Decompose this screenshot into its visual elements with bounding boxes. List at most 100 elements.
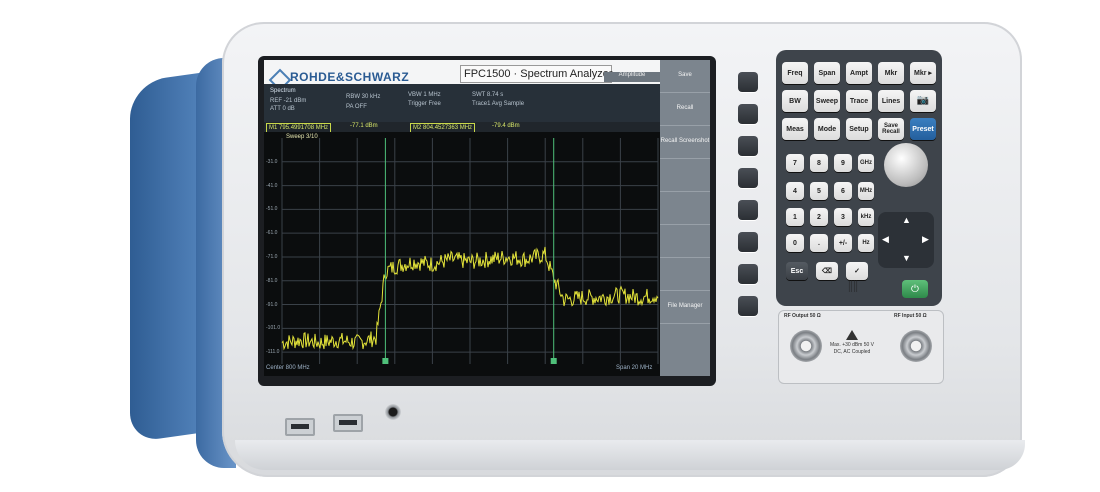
key-setup[interactable]: Setup bbox=[846, 118, 872, 140]
rotary-knob[interactable] bbox=[884, 143, 928, 187]
power-icon: ⏻ bbox=[911, 283, 919, 295]
camera-icon[interactable]: 📷 bbox=[910, 90, 936, 112]
backspace-icon[interactable]: ⌫ bbox=[816, 262, 838, 280]
mode-tab[interactable]: Spectrum bbox=[270, 88, 296, 94]
rf-input-label: RF Input 50 Ω bbox=[894, 313, 927, 319]
display-screen: ROHDE&SCHWARZ FPC1500 · Spectrum Analyze… bbox=[264, 60, 710, 376]
softkey-recall-screenshot[interactable]: Recall Screenshot bbox=[660, 126, 710, 159]
hardkey-1[interactable] bbox=[738, 72, 758, 92]
hardkey-8[interactable] bbox=[738, 296, 758, 316]
hardkey-2[interactable] bbox=[738, 104, 758, 124]
usb-port-2[interactable] bbox=[333, 414, 363, 432]
arrow-left-icon[interactable]: ◀ bbox=[882, 234, 889, 245]
key-mhz[interactable]: MHz bbox=[858, 182, 874, 200]
arrow-pad: ▲ ▼ ◀ ▶ bbox=[878, 212, 934, 268]
key-9[interactable]: 9 bbox=[834, 154, 852, 172]
key-trace[interactable]: Trace bbox=[846, 90, 872, 112]
y-tick-label: -111.0 bbox=[266, 349, 280, 356]
power-button[interactable]: ⏻ bbox=[902, 280, 928, 298]
key-7[interactable]: 7 bbox=[786, 154, 804, 172]
arrow-up-icon[interactable]: ▲ bbox=[902, 215, 911, 225]
speaker-grille-icon: ⠿⠿ ⠿⠿ bbox=[847, 281, 859, 294]
span-frequency: Span 20 MHz bbox=[616, 365, 653, 371]
key-hz[interactable]: Hz bbox=[858, 234, 874, 252]
marker-readout-row: M1 795.4991708 MHz -77.1 dBm M2 804.4527… bbox=[264, 122, 660, 133]
key-preset[interactable]: Preset bbox=[910, 118, 936, 140]
spectrum-chart bbox=[281, 138, 659, 364]
headphone-jack[interactable] bbox=[385, 404, 401, 420]
marker-2-label: M2 bbox=[413, 125, 422, 131]
trigger: Trigger Free bbox=[408, 101, 441, 107]
hardkey-4[interactable] bbox=[738, 168, 758, 188]
ref-level: REF -21 dBm bbox=[270, 98, 307, 104]
key-plus-minus[interactable]: +/- bbox=[834, 234, 852, 252]
hardkey-5[interactable] bbox=[738, 200, 758, 220]
key-span[interactable]: Span bbox=[814, 62, 840, 84]
usb-port-1[interactable] bbox=[285, 418, 315, 436]
key-8[interactable]: 8 bbox=[810, 154, 828, 172]
device-base bbox=[235, 440, 1025, 470]
key-mkr[interactable]: Mkr bbox=[878, 62, 904, 84]
key-meas[interactable]: Meas bbox=[782, 118, 808, 140]
y-tick-label: -31.0 bbox=[266, 158, 278, 165]
arrow-down-icon[interactable]: ▼ bbox=[902, 253, 911, 263]
marker-handle-1 bbox=[382, 358, 389, 364]
marker-1-freq: 795.4991708 MHz bbox=[279, 125, 329, 131]
key-ampt[interactable]: Ampt bbox=[846, 62, 872, 84]
spectrum-plot[interactable] bbox=[264, 132, 660, 376]
marker-handle-2 bbox=[550, 358, 557, 364]
hardkey-7[interactable] bbox=[738, 264, 758, 284]
key-mode[interactable]: Mode bbox=[814, 118, 840, 140]
menu-header: Amplitude bbox=[604, 72, 660, 82]
rf-input-connector[interactable] bbox=[900, 330, 932, 362]
y-tick-label: -41.0 bbox=[266, 182, 278, 189]
key-decimal[interactable]: . bbox=[810, 234, 828, 252]
key-khz[interactable]: kHz bbox=[858, 208, 874, 226]
y-tick-label: -61.0 bbox=[266, 230, 278, 237]
key-0[interactable]: 0 bbox=[786, 234, 804, 252]
softkey-6[interactable] bbox=[660, 225, 710, 258]
softkey-7[interactable] bbox=[660, 258, 710, 291]
key-lines[interactable]: Lines bbox=[878, 90, 904, 112]
key-5[interactable]: 5 bbox=[810, 182, 828, 200]
input-warning: Max. +30 dBm 50 V DC, AC Coupled bbox=[829, 342, 875, 355]
rbw: RBW 30 kHz bbox=[346, 94, 381, 100]
vbw: VBW 1 MHz bbox=[408, 92, 441, 98]
key-ghz[interactable]: GHz bbox=[858, 154, 874, 172]
arrow-right-icon[interactable]: ▶ bbox=[922, 234, 929, 245]
y-tick-label: -101.0 bbox=[266, 325, 281, 332]
key-esc[interactable]: Esc bbox=[786, 262, 808, 280]
rf-output-label: RF Output 50 Ω bbox=[784, 313, 821, 319]
key-save-recall[interactable]: Save Recall bbox=[878, 118, 904, 140]
key-bw[interactable]: BW bbox=[782, 90, 808, 112]
rf-output-connector[interactable] bbox=[790, 330, 822, 362]
enter-check-icon[interactable]: ✓ bbox=[846, 262, 868, 280]
key-sweep[interactable]: Sweep bbox=[814, 90, 840, 112]
key-3[interactable]: 3 bbox=[834, 208, 852, 226]
plot-grid bbox=[281, 138, 659, 364]
key-6[interactable]: 6 bbox=[834, 182, 852, 200]
key-2[interactable]: 2 bbox=[810, 208, 828, 226]
softkey-5[interactable] bbox=[660, 192, 710, 225]
model-title: FPC1500 · Spectrum Analyzer bbox=[464, 68, 613, 80]
trace-mode: Trace1 Avg Sample bbox=[472, 101, 525, 107]
softkey-save[interactable]: Save bbox=[660, 60, 710, 93]
key-freq[interactable]: Freq bbox=[782, 62, 808, 84]
y-tick-label: -81.0 bbox=[266, 277, 278, 284]
marker-1-label: M1 bbox=[269, 125, 278, 131]
preamp: PA OFF bbox=[346, 104, 367, 110]
softkey-4[interactable] bbox=[660, 159, 710, 192]
softkey-file-manager[interactable]: File Manager bbox=[660, 291, 710, 324]
center-frequency: Center 800 MHz bbox=[266, 365, 310, 371]
key-1[interactable]: 1 bbox=[786, 208, 804, 226]
key-mkr-arrow[interactable]: Mkr ▸ bbox=[910, 62, 936, 84]
y-tick-label: -51.0 bbox=[266, 206, 278, 213]
hardkey-3[interactable] bbox=[738, 136, 758, 156]
key-4[interactable]: 4 bbox=[786, 182, 804, 200]
attenuation: ATT 0 dB bbox=[270, 106, 295, 112]
measurement-info-bar: Spectrum REF -21 dBm ATT 0 dB RBW 30 kHz… bbox=[264, 84, 660, 122]
brand-name: ROHDE&SCHWARZ bbox=[290, 70, 410, 84]
softkey-recall[interactable]: Recall bbox=[660, 93, 710, 126]
hardkey-6[interactable] bbox=[738, 232, 758, 252]
softkey-menu: Save Recall Recall Screenshot File Manag… bbox=[660, 60, 710, 376]
